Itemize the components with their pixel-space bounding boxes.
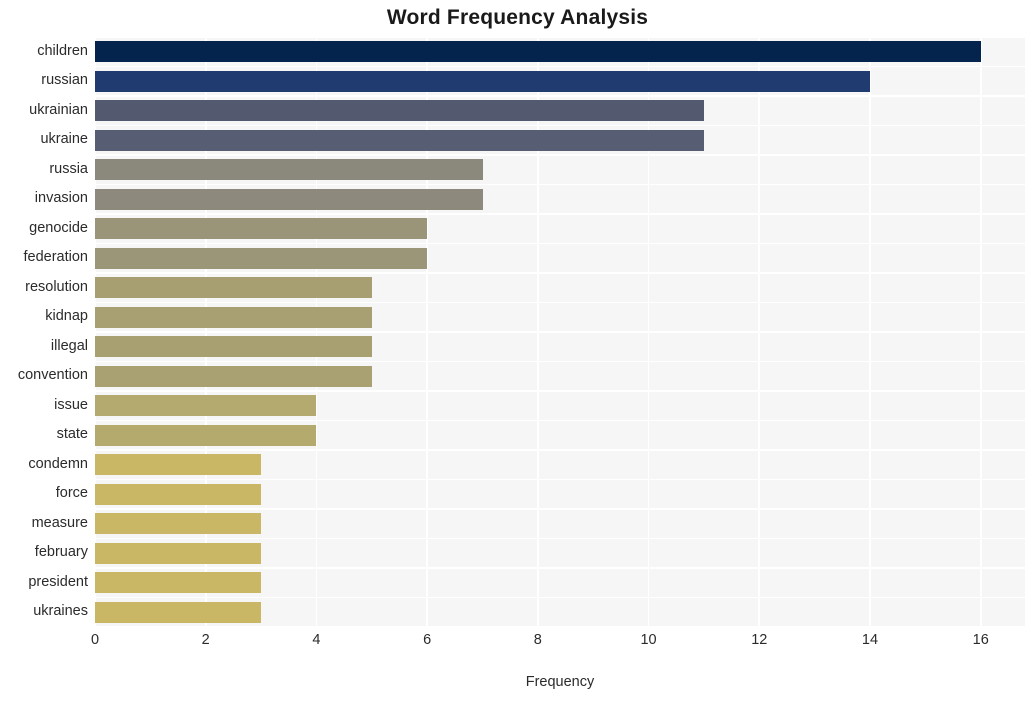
y-tick-label-measure: measure <box>31 514 88 531</box>
y-tick-label-federation: federation <box>23 249 89 266</box>
y-tick-label-children: children <box>37 42 88 59</box>
y-tick-label-illegal: illegal <box>50 337 88 354</box>
x-tick-label-2: 2 <box>201 632 210 648</box>
y-tick-label-ukraines: ukraines <box>33 603 88 620</box>
chart-title: Word Frequency Analysis <box>386 6 649 29</box>
y-tick-label-invasion: invasion <box>34 190 88 207</box>
y-tick-label-condemn: condemn <box>28 455 88 472</box>
y-tick-label-february: february <box>34 544 88 561</box>
y-tick-label-kidnap: kidnap <box>45 308 88 325</box>
y-tick-label-convention: convention <box>17 367 88 384</box>
x-tick-label-6: 6 <box>423 632 432 648</box>
x-tick-label-0: 0 <box>90 632 100 648</box>
y-tick-label-russian: russian <box>41 72 88 89</box>
x-tick-label-14: 14 <box>861 632 879 648</box>
chart-figure: Word Frequency Analysis children russian u… <box>0 0 1035 701</box>
y-tick-label-resolution: resolution <box>25 278 88 295</box>
x-tick-label-10: 10 <box>640 632 657 648</box>
x-tick-label-4: 4 <box>312 632 321 648</box>
x-tick-label-8: 8 <box>533 632 542 648</box>
y-tick-label-genocide: genocide <box>29 219 88 236</box>
y-tick-label-ukrainian: ukrainian <box>29 101 88 118</box>
y-tick-label-state: state <box>56 426 88 443</box>
y-tick-label-president: president <box>28 573 88 590</box>
y-tick-label-russia: russia <box>49 160 88 177</box>
y-tick-label-ukraine: ukraine <box>40 131 88 148</box>
x-tick-label-12: 12 <box>751 632 768 648</box>
y-tick-label-issue: issue <box>54 396 88 413</box>
y-tick-label-force: force <box>55 485 88 502</box>
x-tick-label-16: 16 <box>972 632 989 648</box>
y-axis-tick-labels: children russian ukrainian ukraine russia inv… <box>0 37 1035 627</box>
x-axis-label: Frequency <box>525 674 595 690</box>
